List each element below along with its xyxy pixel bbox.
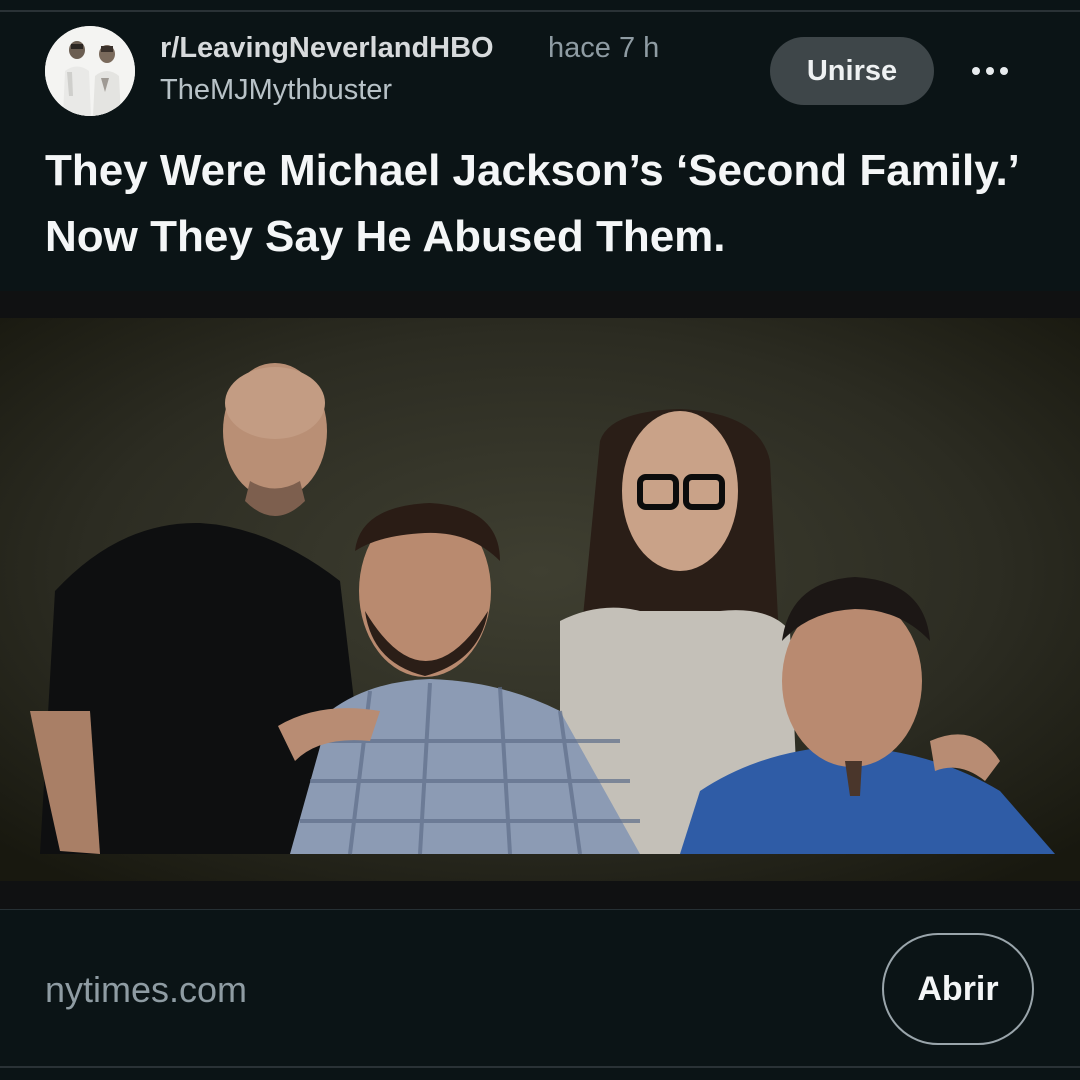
link-domain[interactable]: nytimes.com xyxy=(45,969,247,1011)
more-options-button[interactable] xyxy=(958,46,1022,96)
post-header: r/LeavingNeverlandHBO hace 7 h TheMJMyth… xyxy=(0,12,1080,122)
footer-divider xyxy=(0,909,1080,910)
link-footer: nytimes.com Abrir xyxy=(0,909,1080,1067)
more-horizontal-icon xyxy=(972,67,1008,75)
author-name[interactable]: TheMJMythbuster xyxy=(160,74,392,107)
post-timestamp: hace 7 h xyxy=(548,32,660,64)
group-portrait-image xyxy=(0,291,1080,909)
avatar-image xyxy=(45,26,135,116)
open-link-button[interactable]: Abrir xyxy=(882,933,1034,1045)
join-button[interactable]: Unirse xyxy=(770,37,934,105)
subreddit-avatar[interactable] xyxy=(45,26,135,116)
link-preview-image[interactable] xyxy=(0,291,1080,909)
post-title[interactable]: They Were Michael Jackson’s ‘Second Fami… xyxy=(45,138,1035,270)
bottom-divider xyxy=(0,1066,1080,1068)
subreddit-name[interactable]: r/LeavingNeverlandHBO xyxy=(160,32,494,65)
